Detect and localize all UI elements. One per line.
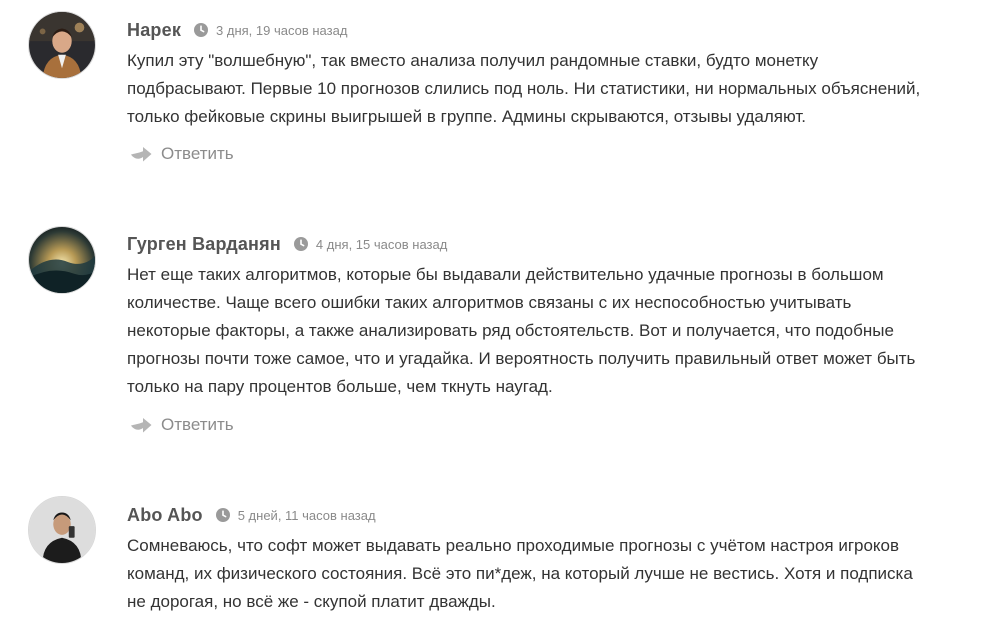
reply-arrow-icon — [130, 145, 152, 163]
comment-line: некоторые факторы, а также анализировать… — [127, 321, 894, 340]
reply-button[interactable]: Ответить — [130, 414, 234, 436]
avatar[interactable] — [28, 496, 96, 564]
comment-line: Сомневаюсь, что софт может выдавать реал… — [127, 536, 900, 555]
clock-icon — [194, 23, 209, 37]
comment-line: только фейковые скрины выигрышей в групп… — [127, 107, 806, 126]
comment-line: Нет еще таких алгоритмов, которые бы выд… — [127, 265, 884, 284]
clock-icon — [293, 237, 308, 251]
comment-item: Нарек 3 дня, 19 часов назад Купил эту "в… — [0, 0, 987, 200]
comment-text: Нет еще таких алгоритмов, которые бы выд… — [127, 261, 977, 401]
comment-date: 5 дней, 11 часов назад — [237, 507, 376, 523]
comment-line: Купил эту "волшебную", так вместо анализ… — [127, 51, 819, 70]
comment-date: 4 дня, 15 часов назад — [315, 236, 448, 252]
comment-line: количестве. Чаще всего ошибки таких алго… — [127, 293, 852, 312]
reply-button[interactable]: Ответить — [130, 143, 234, 165]
comment-date: 3 дня, 19 часов назад — [216, 22, 348, 38]
comment-item: Abo Abo 5 дней, 11 часов назад Сомневаюс… — [0, 470, 987, 623]
comment-line: не дорогая, но всё же - скупой платит дв… — [127, 592, 496, 611]
comment-line: команд, их физического состояния. Всё эт… — [127, 564, 913, 583]
comment-text: Сомневаюсь, что софт может выдавать реал… — [127, 532, 977, 616]
author-name: Abo Abo — [127, 504, 203, 525]
comment-line: прогнозы почти тоже самое, что и угадайк… — [127, 349, 916, 368]
comment-line: только на пару процентов больше, чем ткн… — [127, 377, 553, 396]
reply-label: Ответить — [161, 144, 234, 163]
comment-item: Гурген Варданян 4 дня, 15 часов назад Не… — [0, 200, 987, 470]
avatar[interactable] — [28, 11, 96, 79]
comment-text: Купил эту "волшебную", так вместо анализ… — [127, 47, 977, 131]
reply-arrow-icon — [130, 416, 152, 434]
reply-label: Ответить — [161, 415, 234, 434]
author-name: Нарек — [127, 19, 182, 40]
avatar[interactable] — [28, 226, 96, 294]
author-name: Гурген Варданян — [127, 233, 281, 254]
comment-line: подбрасывают. Первые 10 прогнозов слилис… — [127, 79, 921, 98]
clock-icon — [215, 508, 230, 522]
